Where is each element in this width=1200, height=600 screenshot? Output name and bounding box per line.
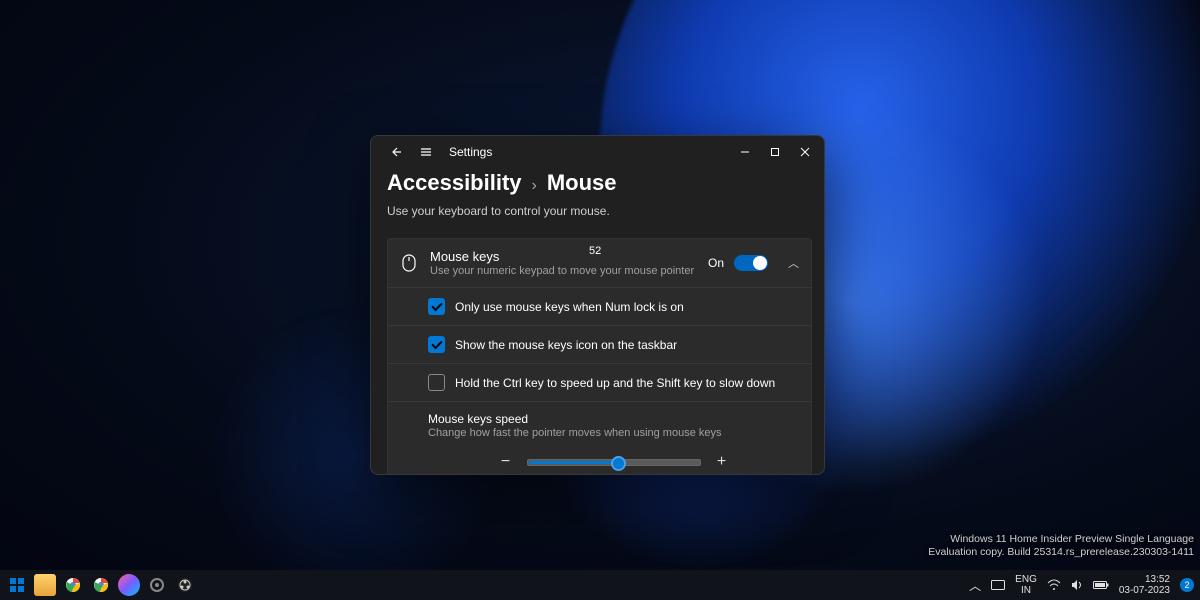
slider-fill xyxy=(529,461,618,464)
toggle-state-label: On xyxy=(708,256,724,270)
mouse-keys-card: Mouse keys Use your numeric keypad to mo… xyxy=(387,238,812,474)
settings-scroll-area[interactable]: Mouse keys Use your numeric keypad to mo… xyxy=(387,238,816,474)
wifi-icon[interactable] xyxy=(1047,579,1061,591)
option-ctrl-shift-row[interactable]: Hold the Ctrl key to speed up and the Sh… xyxy=(388,363,811,401)
chevron-right-icon: › xyxy=(532,177,537,195)
chrome-canary-icon[interactable] xyxy=(90,574,112,596)
tray-overflow-icon[interactable]: ︿ xyxy=(969,577,981,594)
back-button[interactable] xyxy=(381,138,411,166)
volume-icon[interactable] xyxy=(1071,579,1083,591)
taskbar: ︿ ENG IN 13:52 03-07-2023 2 xyxy=(0,570,1200,600)
option-taskbar-icon-checkbox[interactable] xyxy=(428,336,445,353)
option-ctrl-shift-checkbox[interactable] xyxy=(428,374,445,391)
watermark-line1: Windows 11 Home Insider Preview Single L… xyxy=(928,533,1194,547)
mouse-keys-title: Mouse keys xyxy=(430,249,696,264)
speed-title: Mouse keys speed xyxy=(428,412,799,426)
speed-description: Change how fast the pointer moves when u… xyxy=(428,427,799,439)
option-numlock-label: Only use mouse keys when Num lock is on xyxy=(455,300,684,314)
option-taskbar-icon-row[interactable]: Show the mouse keys icon on the taskbar xyxy=(388,325,811,363)
settings-window: Settings Accessibility › Mouse Use your … xyxy=(370,135,825,475)
option-numlock-row[interactable]: Only use mouse keys when Num lock is on xyxy=(388,287,811,325)
option-taskbar-icon-label: Show the mouse keys icon on the taskbar xyxy=(455,338,677,352)
page-subtitle: Use your keyboard to control your mouse. xyxy=(387,204,808,218)
mouse-keys-description: Use your numeric keypad to move your mou… xyxy=(430,265,696,277)
battery-icon[interactable] xyxy=(1093,580,1109,590)
speed-section: Mouse keys speed Change how fast the poi… xyxy=(388,401,811,474)
keyboard-icon[interactable] xyxy=(991,580,1005,590)
desktop-watermark: Windows 11 Home Insider Preview Single L… xyxy=(928,533,1194,560)
speed-value-tooltip: 52 xyxy=(585,244,605,258)
speed-decrease-button[interactable]: − xyxy=(499,453,513,471)
window-title: Settings xyxy=(449,145,730,159)
breadcrumb: Accessibility › Mouse xyxy=(387,170,808,196)
option-numlock-checkbox[interactable] xyxy=(428,298,445,315)
option-ctrl-shift-label: Hold the Ctrl key to speed up and the Sh… xyxy=(455,376,775,390)
hamburger-button[interactable] xyxy=(411,138,441,166)
obs-icon[interactable] xyxy=(174,574,196,596)
language-indicator[interactable]: ENG IN xyxy=(1015,574,1037,596)
titlebar: Settings xyxy=(371,136,824,168)
watermark-line2: Evaluation copy. Build 25314.rs_prerelea… xyxy=(928,546,1194,560)
minimize-button[interactable] xyxy=(730,138,760,166)
slider-thumb[interactable] xyxy=(611,456,626,471)
copilot-icon[interactable] xyxy=(118,574,140,596)
maximize-button[interactable] xyxy=(760,138,790,166)
system-tray: ︿ ENG IN 13:52 03-07-2023 2 xyxy=(969,574,1194,596)
chrome-icon[interactable] xyxy=(62,574,84,596)
start-button[interactable] xyxy=(6,574,28,596)
speed-increase-button[interactable]: + xyxy=(715,453,729,471)
settings-icon[interactable] xyxy=(146,574,168,596)
breadcrumb-parent[interactable]: Accessibility xyxy=(387,170,522,196)
speed-slider[interactable] xyxy=(527,459,701,466)
notification-badge[interactable]: 2 xyxy=(1180,578,1194,592)
file-explorer-icon[interactable] xyxy=(34,574,56,596)
mouse-icon xyxy=(400,254,418,272)
breadcrumb-current: Mouse xyxy=(547,170,617,196)
chevron-up-icon[interactable]: ︿ xyxy=(788,255,799,271)
clock[interactable]: 13:52 03-07-2023 xyxy=(1119,574,1170,596)
mouse-keys-toggle[interactable] xyxy=(734,255,768,271)
close-button[interactable] xyxy=(790,138,820,166)
